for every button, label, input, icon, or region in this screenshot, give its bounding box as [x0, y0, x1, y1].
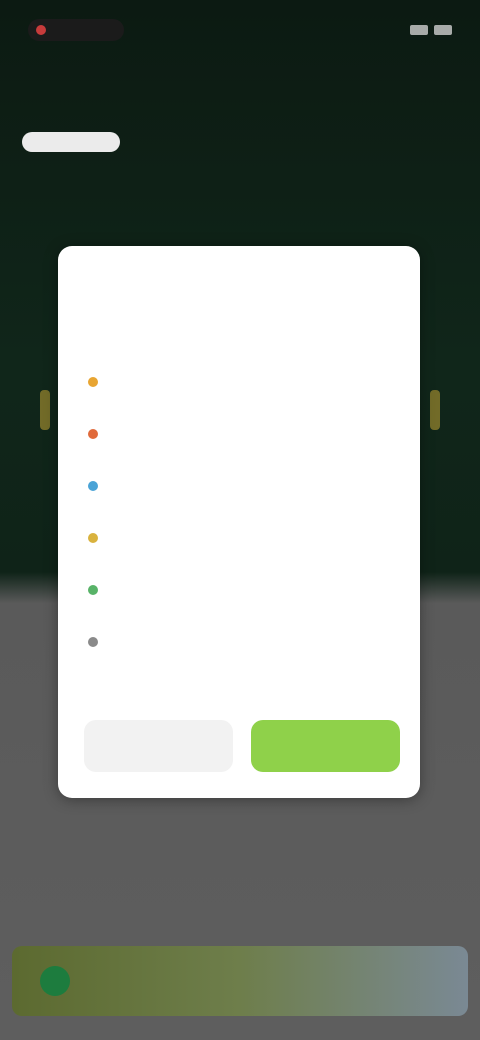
- status-bar: [0, 0, 480, 60]
- option-left: [88, 481, 108, 491]
- option-left: [88, 533, 108, 543]
- option-row[interactable]: [88, 356, 394, 408]
- top-tabs: [22, 132, 458, 152]
- option-dot-icon: [88, 429, 98, 439]
- side-accent-right: [430, 390, 440, 430]
- option-dot-icon: [88, 585, 98, 595]
- status-right: [404, 25, 452, 35]
- bottom-banner[interactable]: [12, 946, 468, 1016]
- option-dot-icon: [88, 481, 98, 491]
- option-left: [88, 429, 108, 439]
- confirm-button[interactable]: [251, 720, 400, 772]
- recording-indicator: [28, 19, 124, 41]
- option-left: [88, 585, 108, 595]
- option-left: [88, 377, 108, 387]
- option-left: [88, 637, 108, 647]
- tab-active[interactable]: [22, 132, 120, 152]
- dialog-buttons: [84, 720, 400, 772]
- option-row[interactable]: [88, 408, 394, 460]
- option-dot-icon: [88, 377, 98, 387]
- signal-icon: [410, 25, 428, 35]
- battery-icon: [434, 25, 452, 35]
- status-left: [28, 19, 124, 41]
- option-dot-icon: [88, 533, 98, 543]
- side-accent-left: [40, 390, 50, 430]
- cancel-button[interactable]: [84, 720, 233, 772]
- option-row[interactable]: [88, 460, 394, 512]
- dialog-header: [58, 246, 420, 330]
- selection-dialog: [58, 246, 420, 798]
- banner-logo-icon: [40, 966, 70, 996]
- option-row[interactable]: [88, 512, 394, 564]
- option-row[interactable]: [88, 564, 394, 616]
- option-row[interactable]: [88, 616, 394, 668]
- option-list: [88, 356, 394, 668]
- record-dot-icon: [36, 25, 46, 35]
- option-dot-icon: [88, 637, 98, 647]
